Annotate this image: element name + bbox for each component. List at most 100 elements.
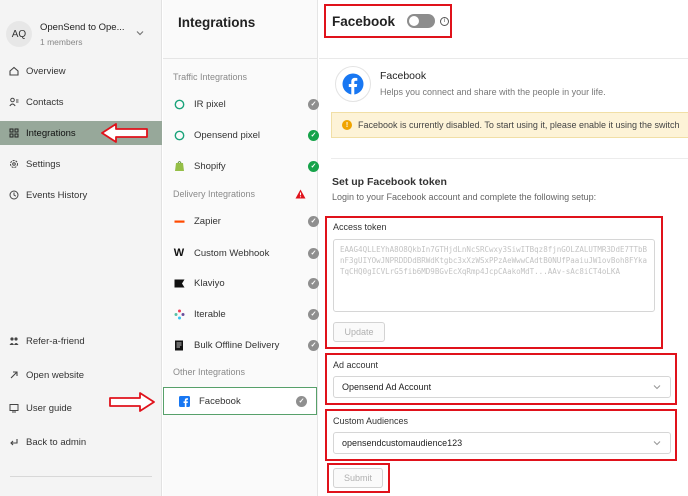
group-label-delivery: Delivery Integrations [173, 189, 256, 199]
workspace-members: 1 members [40, 36, 83, 47]
integration-description: Helps you connect and share with the peo… [380, 87, 606, 97]
grid-icon [8, 127, 20, 139]
check-icon: ✓ [308, 339, 319, 351]
check-icon: ✓ [308, 98, 319, 110]
ad-account-value: Opensend Ad Account [342, 382, 432, 392]
people-icon [8, 335, 20, 347]
sidebar-item-label: Open website [26, 369, 85, 381]
page-title: Facebook [332, 13, 396, 29]
sidebar-item-settings[interactable]: Settings [0, 152, 162, 176]
facebook-icon [178, 395, 190, 407]
workspace-name: OpenSend to Ope... [40, 21, 125, 33]
book-icon [8, 402, 20, 414]
sidebar-item-label: Refer-a-friend [26, 335, 85, 347]
access-token-field[interactable]: EAAG4QLLEYhA8O8QkbIn7GTHjdLnNcSRCwxy3Siw… [333, 239, 655, 312]
external-link-icon [8, 369, 20, 381]
klaviyo-flag-icon [173, 277, 185, 289]
integration-name: Facebook [380, 70, 427, 82]
integration-ir-pixel[interactable]: IR pixel ✓ [173, 94, 319, 114]
warning-icon [295, 189, 306, 199]
integration-custom-webhook[interactable]: W Custom Webhook ✓ [173, 243, 319, 263]
check-icon: ✓ [296, 395, 307, 407]
integrations-title: Integrations [178, 15, 256, 30]
integration-label: Facebook [199, 395, 241, 407]
circle-outline-icon [173, 129, 185, 141]
toggle-knob [409, 16, 420, 26]
integration-label: Shopify [194, 160, 226, 172]
document-icon [173, 339, 185, 351]
integration-zapier[interactable]: Zapier ✓ [173, 211, 319, 231]
disabled-alert: ! Facebook is currently disabled. To sta… [331, 112, 688, 138]
sidebar-item-label: Settings [26, 158, 61, 170]
chevron-down-icon [652, 382, 662, 394]
divider [319, 58, 688, 59]
annotation-arrow-icon [101, 123, 148, 143]
sidebar-item-label: Integrations [26, 127, 76, 139]
alert-text: Facebook is currently disabled. To start… [358, 120, 680, 130]
avatar: AQ [6, 21, 32, 47]
info-icon[interactable]: i [440, 16, 450, 26]
integration-facebook[interactable]: Facebook ✓ [163, 387, 317, 415]
annotation-arrow-icon [109, 392, 155, 412]
custom-audiences-value: opensendcustomaudience123 [342, 438, 463, 448]
sidebar-item-label: Contacts [26, 96, 64, 108]
setup-description: Login to your Facebook account and compl… [332, 192, 597, 202]
circle-outline-icon [173, 98, 185, 110]
ad-account-select[interactable]: Opensend Ad Account [333, 376, 671, 398]
gear-icon [8, 158, 20, 170]
sidebar-item-refer-a-friend[interactable]: Refer-a-friend [0, 329, 162, 353]
update-button[interactable]: Update [333, 322, 385, 342]
group-label-other: Other Integrations [173, 367, 246, 377]
integration-klaviyo[interactable]: Klaviyo ✓ [173, 273, 319, 293]
check-icon: ✓ [308, 247, 319, 259]
setup-title: Set up Facebook token [332, 176, 447, 188]
iterable-icon [173, 308, 185, 320]
integrations-list: Integrations Traffic Integrations IR pix… [163, 0, 319, 496]
sidebar-item-open-website[interactable]: Open website [0, 363, 162, 387]
sidebar-item-label: Overview [26, 65, 66, 77]
ad-account-label: Ad account [333, 360, 379, 370]
facebook-logo-icon [335, 66, 371, 102]
back-arrow-icon [8, 436, 20, 448]
group-label-traffic: Traffic Integrations [173, 72, 248, 82]
check-icon: ✓ [308, 308, 319, 320]
enable-toggle[interactable] [407, 14, 436, 28]
sidebar-item-label: Back to admin [26, 436, 87, 448]
sidebar-item-contacts[interactable]: Contacts [0, 90, 162, 114]
sidebar: AQ OpenSend to Ope... 1 members Overview… [0, 0, 162, 496]
main-panel: Facebook i Facebook Helps you connect an… [319, 0, 688, 496]
divider [10, 476, 152, 477]
custom-audiences-label: Custom Audiences [333, 416, 409, 426]
integration-opensend-pixel[interactable]: Opensend pixel ✓ [173, 125, 319, 145]
integration-iterable[interactable]: Iterable ✓ [173, 304, 319, 324]
integration-shopify[interactable]: Shopify ✓ [173, 156, 319, 176]
webhook-w-icon: W [173, 247, 185, 259]
chevron-down-icon [652, 438, 662, 450]
sidebar-item-label: Events History [26, 189, 88, 201]
check-icon: ✓ [308, 277, 319, 289]
access-token-label: Access token [333, 222, 387, 232]
submit-button[interactable]: Submit [333, 468, 383, 488]
warning-icon: ! [342, 120, 352, 130]
history-icon [8, 189, 20, 201]
sidebar-item-back-to-admin[interactable]: Back to admin [0, 430, 162, 454]
chevron-down-icon [136, 29, 144, 39]
integration-label: Zapier [194, 215, 221, 227]
integration-label: Opensend pixel [194, 129, 261, 141]
check-icon: ✓ [308, 215, 319, 227]
workspace-switcher[interactable]: AQ OpenSend to Ope... 1 members [6, 18, 156, 50]
check-icon: ✓ [308, 160, 319, 172]
integration-bulk-offline-delivery[interactable]: Bulk Offline Delivery ✓ [173, 335, 319, 355]
integration-label: IR pixel [194, 98, 226, 110]
facebook-header-highlight: Facebook i [324, 4, 452, 38]
custom-audiences-select[interactable]: opensendcustomaudience123 [333, 432, 671, 454]
sidebar-item-label: User guide [26, 402, 72, 414]
contacts-icon [8, 96, 20, 108]
sidebar-item-events-history[interactable]: Events History [0, 183, 162, 207]
divider [331, 158, 688, 159]
sidebar-item-overview[interactable]: Overview [0, 59, 162, 83]
shopify-icon [173, 160, 185, 172]
check-icon: ✓ [308, 129, 319, 141]
divider [163, 58, 318, 59]
home-icon [8, 65, 20, 77]
